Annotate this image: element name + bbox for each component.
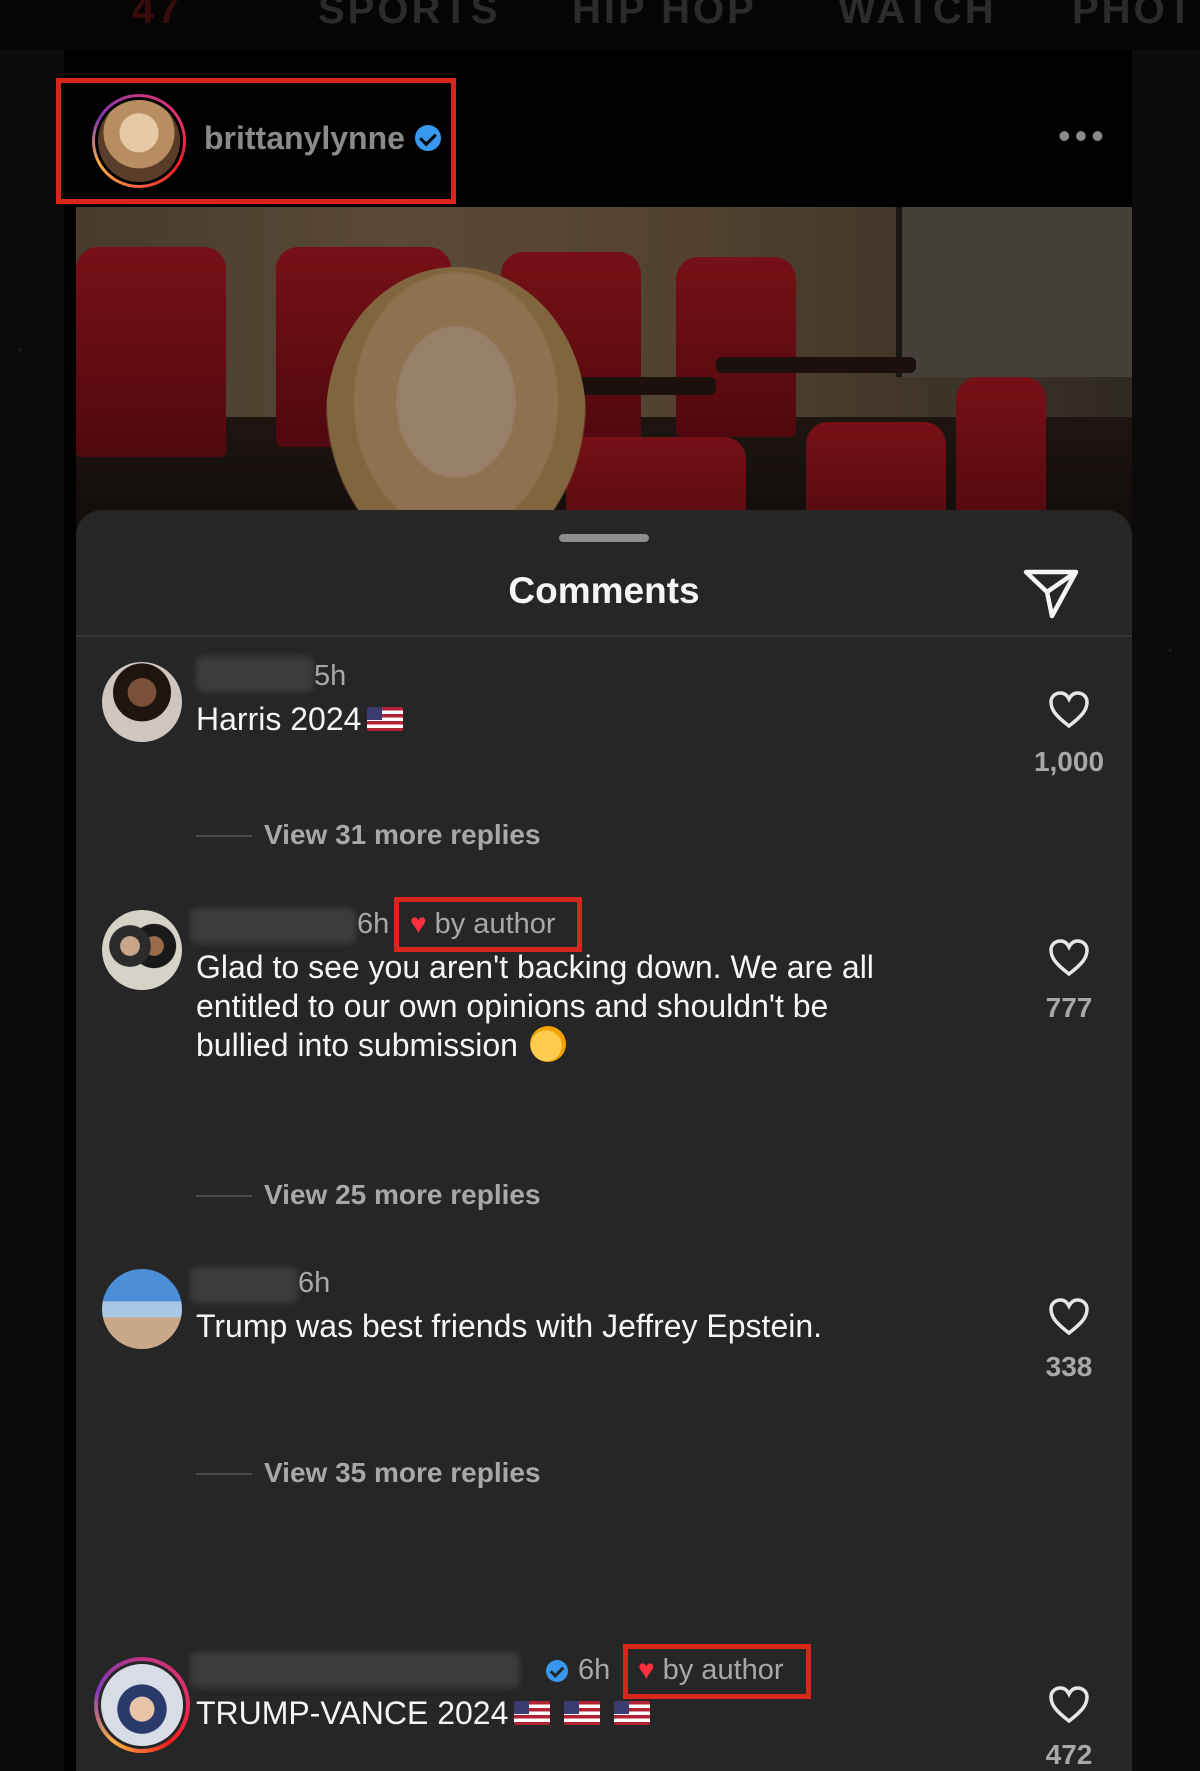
heart-outline-icon[interactable] — [1048, 1685, 1090, 1725]
comments-sheet: Comments 5h Harris 2024 1,000 View 31 mo… — [76, 510, 1132, 1771]
heart-outline-icon[interactable] — [1048, 690, 1090, 730]
site-nav-item-logo[interactable]: 47 — [132, 0, 183, 33]
comment-text-content: Harris 2024 — [196, 701, 362, 737]
heart-outline-icon[interactable] — [1048, 938, 1090, 978]
commenter-avatar[interactable] — [102, 1269, 182, 1349]
post-photo[interactable] — [76, 207, 1132, 537]
commenter-avatar[interactable] — [102, 910, 182, 990]
avatar-image — [98, 1661, 186, 1749]
site-top-nav: 47 SPORTS HIP HOP WATCH PHOT — [0, 0, 1200, 50]
view-replies-button[interactable]: View 35 more replies — [264, 1457, 541, 1489]
site-nav-item-sports[interactable]: SPORTS — [318, 0, 500, 33]
view-replies-button[interactable]: View 25 more replies — [264, 1179, 541, 1211]
site-nav-item-photos[interactable]: PHOT — [1072, 0, 1195, 33]
paper-plane-icon[interactable] — [1022, 566, 1080, 620]
commenter-name-redacted — [190, 1267, 298, 1303]
replies-line — [196, 835, 252, 837]
us-flag-icon — [614, 1700, 651, 1725]
like-count: 1,000 — [1033, 746, 1105, 777]
heart-outline-icon[interactable] — [1048, 1297, 1090, 1337]
clapping-hands-icon — [529, 1025, 566, 1062]
view-replies-button[interactable]: View 31 more replies — [264, 819, 541, 851]
sheet-divider — [76, 635, 1132, 637]
highlight-box-by-author — [623, 1644, 811, 1699]
ellipsis-icon[interactable]: ••• — [1058, 118, 1108, 154]
comment-text: Harris 2024 — [196, 700, 404, 739]
comment-time: 6h — [578, 1654, 611, 1686]
commenter-avatar[interactable] — [102, 662, 182, 742]
instagram-post-screenshot: brittanylynne ••• Comments 5h Harris 202… — [56, 50, 1132, 1771]
highlight-box-username — [56, 78, 456, 204]
like-count: 777 — [1045, 992, 1093, 1023]
replies-line — [196, 1473, 252, 1475]
highlight-box-by-author — [394, 897, 582, 952]
commenter-name-redacted — [196, 656, 314, 692]
us-flag-icon — [367, 706, 404, 731]
site-nav-item-hip-hop[interactable]: HIP HOP — [572, 0, 757, 33]
us-flag-icon — [564, 1700, 601, 1725]
site-nav-item-watch[interactable]: WATCH — [838, 0, 997, 33]
commenter-avatar[interactable] — [94, 1657, 190, 1753]
us-flag-icon — [514, 1700, 551, 1725]
commenter-name-redacted — [190, 908, 356, 944]
comment-time: 6h — [357, 908, 390, 940]
photo-overlay — [76, 207, 1132, 537]
like-count: 338 — [1045, 1351, 1093, 1382]
comment-text: Trump was best friends with Jeffrey Epst… — [196, 1308, 823, 1344]
comment-text: Glad to see you aren't backing down. We … — [196, 948, 886, 1066]
comment-time: 6h — [298, 1267, 331, 1299]
verified-badge-icon — [546, 1660, 568, 1682]
like-count: 472 — [1045, 1739, 1093, 1770]
comments-title: Comments — [508, 570, 700, 611]
replies-line — [196, 1195, 252, 1197]
post-header: brittanylynne ••• — [56, 50, 1132, 206]
comment-time: 5h — [314, 660, 347, 692]
comment-text-content: TRUMP-VANCE 2024 — [196, 1695, 509, 1731]
sheet-drag-handle[interactable] — [559, 534, 649, 542]
commenter-name-redacted — [190, 1652, 520, 1688]
comment-text: TRUMP-VANCE 2024 — [196, 1694, 651, 1733]
